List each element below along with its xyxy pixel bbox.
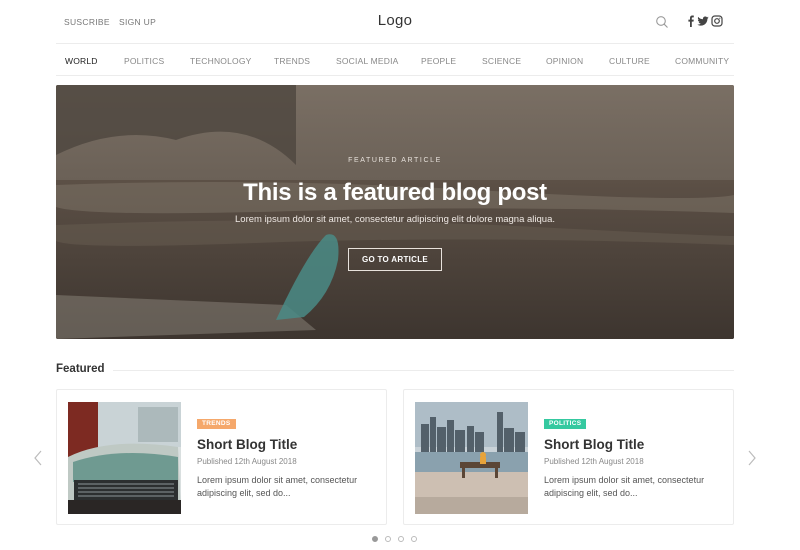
card-title[interactable]: Short Blog Title <box>544 437 644 452</box>
carousel-dot-2[interactable] <box>385 536 391 542</box>
nav-item-politics[interactable]: POLITICS <box>124 56 164 66</box>
carousel-next-arrow[interactable] <box>746 450 758 466</box>
hero-kicker: FEATURED ARTICLE <box>348 157 442 164</box>
card-thumbnail-city[interactable] <box>415 402 528 514</box>
nav-item-people[interactable]: PEOPLE <box>421 56 456 66</box>
twitter-icon[interactable] <box>697 15 709 27</box>
nav-item-world[interactable]: WORLD <box>65 56 98 66</box>
hero-subtitle: Lorem ipsum dolor sit amet, consectetur … <box>235 214 555 225</box>
nav-item-science[interactable]: SCIENCE <box>482 56 521 66</box>
section-divider <box>113 370 734 371</box>
carousel-prev-arrow[interactable] <box>32 450 44 466</box>
card-thumbnail-car[interactable] <box>68 402 181 514</box>
nav-item-social-media[interactable]: SOCIAL MEDIA <box>336 56 399 66</box>
card-excerpt: Lorem ipsum dolor sit amet, consectetur … <box>544 475 705 498</box>
site-logo[interactable]: Logo <box>56 12 734 29</box>
hero-title[interactable]: This is a featured blog post <box>56 179 734 207</box>
top-bar: SUSCRIBE SIGN UP Logo <box>56 0 734 44</box>
card-date: Published 12th August 2018 <box>197 457 297 466</box>
carousel-dot-1[interactable] <box>372 536 378 542</box>
card-date: Published 12th August 2018 <box>544 457 644 466</box>
category-badge[interactable]: TRENDS <box>197 419 236 429</box>
hero-banner[interactable]: FEATURED ARTICLE This is a featured blog… <box>56 85 734 339</box>
carousel-dot-3[interactable] <box>398 536 404 542</box>
category-badge[interactable]: POLITICS <box>544 419 587 429</box>
hero-background-image <box>56 85 734 339</box>
nav-item-trends[interactable]: TRENDS <box>274 56 310 66</box>
nav-item-community[interactable]: COMMUNITY <box>675 56 729 66</box>
carousel-dot-4[interactable] <box>411 536 417 542</box>
carousel-pagination <box>372 536 432 544</box>
card-excerpt: Lorem ipsum dolor sit amet, consectetur … <box>197 475 358 498</box>
nav-item-opinion[interactable]: OPINION <box>546 56 583 66</box>
nav-item-culture[interactable]: CULTURE <box>609 56 650 66</box>
nav-item-technology[interactable]: TECHNOLOGY <box>190 56 252 66</box>
instagram-icon[interactable] <box>711 15 723 27</box>
featured-heading: Featured <box>56 363 105 375</box>
blog-card[interactable]: POLITICS Short Blog Title Published 12th… <box>403 389 734 525</box>
category-nav: WORLD POLITICS TECHNOLOGY TRENDS SOCIAL … <box>56 44 734 76</box>
search-icon[interactable] <box>655 15 669 29</box>
go-to-article-button[interactable]: GO TO ARTICLE <box>348 248 442 271</box>
facebook-icon[interactable] <box>685 15 697 27</box>
card-title[interactable]: Short Blog Title <box>197 437 297 452</box>
blog-card[interactable]: TRENDS Short Blog Title Published 12th A… <box>56 389 387 525</box>
